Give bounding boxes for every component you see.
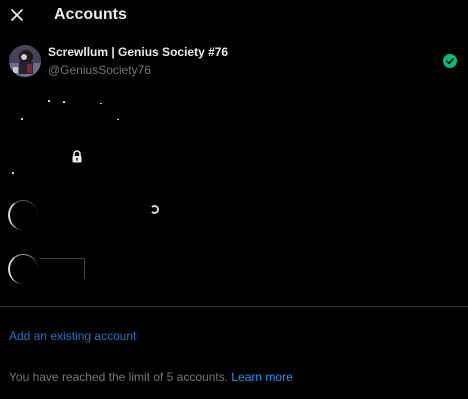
close-button[interactable] <box>6 4 28 26</box>
avatar <box>9 45 41 77</box>
lock-icon <box>72 150 82 163</box>
avatar <box>8 254 38 284</box>
redaction-artifact <box>100 103 102 104</box>
redaction-artifact <box>40 258 85 279</box>
account-item-active[interactable]: Screwllum | Genius Society #76 @GeniusSo… <box>0 40 468 84</box>
account-item-redacted[interactable] <box>0 250 468 294</box>
redaction-artifact <box>63 101 65 103</box>
close-icon <box>11 9 23 21</box>
redaction-artifact <box>117 119 119 120</box>
account-handle: @GeniusSociety76 <box>48 63 151 77</box>
add-existing-account-link[interactable]: Add an existing account <box>9 329 136 344</box>
redaction-artifact <box>48 100 50 102</box>
learn-more-link[interactable]: Learn more <box>231 370 292 384</box>
check-circle-icon <box>443 54 457 68</box>
page-title: Accounts <box>54 6 127 23</box>
limit-text: You have reached the limit of 5 accounts… <box>9 370 229 384</box>
account-item-redacted[interactable] <box>0 90 468 134</box>
modal-header: Accounts <box>0 0 468 32</box>
redaction-artifact <box>12 172 14 174</box>
redaction-artifact <box>150 205 159 214</box>
divider <box>0 306 468 307</box>
account-display-name: Screwllum | Genius Society #76 <box>48 45 229 59</box>
avatar <box>8 200 38 230</box>
account-item-redacted[interactable] <box>0 196 468 240</box>
account-limit-notice: You have reached the limit of 5 accounts… <box>9 370 293 385</box>
redaction-artifact <box>21 118 23 120</box>
